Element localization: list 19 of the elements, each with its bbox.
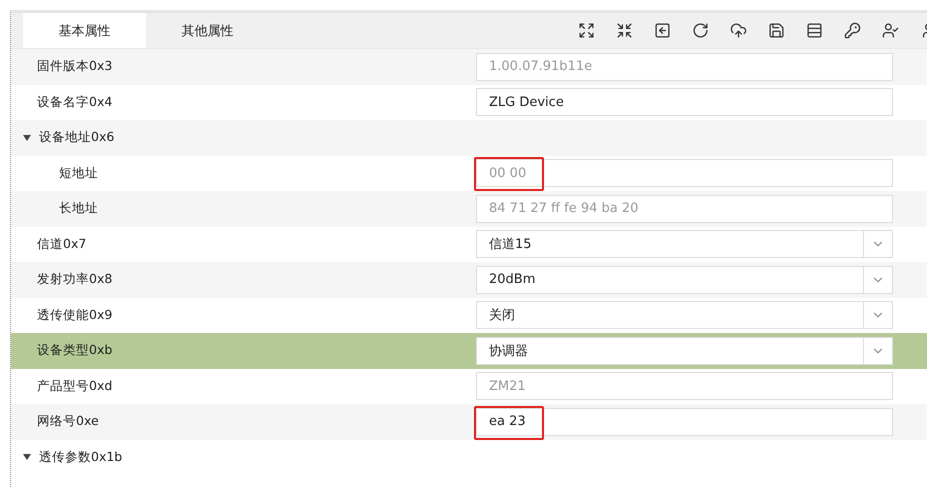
property-label: 短地址 <box>59 164 98 182</box>
text-field[interactable]: ZLG Device <box>476 88 893 116</box>
property-label: 设备地址0x6 <box>39 129 114 146</box>
property-label: 固件版本0x3 <box>37 58 112 76</box>
property-label: 透传使能0x9 <box>37 306 112 324</box>
property-label: 透传参数0x1b <box>39 448 122 466</box>
property-label: 设备类型0xb <box>37 342 112 360</box>
property-label: 设备名字0x4 <box>37 94 112 111</box>
dropdown[interactable]: 20dBm <box>476 266 893 294</box>
dropdown[interactable]: 信道15 <box>476 230 893 258</box>
property-label: 网络号0xe <box>37 413 99 430</box>
property-label: 产品型号0xd <box>37 378 112 395</box>
dropdown[interactable]: 协调器 <box>476 336 893 365</box>
property-label: 信道0x7 <box>37 236 86 253</box>
tab[interactable]: 其他属性 <box>146 13 269 48</box>
property-label: 长地址 <box>59 200 98 218</box>
property-label: 发射功率0x8 <box>37 271 112 288</box>
dropdown[interactable]: 关闭 <box>476 301 893 330</box>
tab[interactable]: 基本属性 <box>23 13 146 48</box>
